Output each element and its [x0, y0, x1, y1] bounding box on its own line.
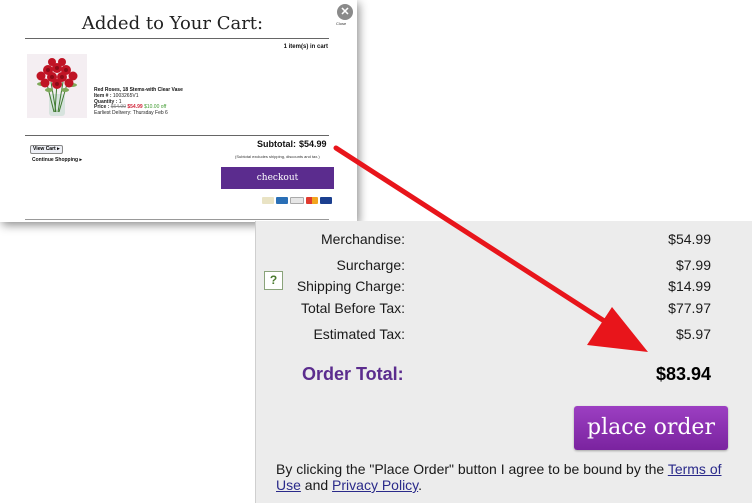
divider	[25, 219, 329, 220]
divider	[25, 135, 329, 136]
surcharge-label: Surcharge:	[336, 257, 405, 273]
subtotal-label: Subtotal:	[257, 139, 296, 149]
order-total-label: Order Total:	[302, 364, 404, 384]
estimated-tax-label: Estimated Tax:	[313, 326, 405, 342]
privacy-policy-link[interactable]: Privacy Policy	[332, 477, 418, 493]
shipping-charge-label: Shipping Charge:	[296, 278, 405, 294]
cart-title: Added to Your Cart:	[81, 13, 264, 34]
order-summary-panel: Merchandise: $54.99 Surcharge: $7.99 ? S…	[255, 221, 752, 503]
roses-image	[27, 54, 87, 118]
estimated-tax-value: $5.97	[675, 326, 711, 342]
visa-icon	[320, 197, 332, 204]
terms-and: and	[300, 477, 333, 493]
checkout-button[interactable]: checkout	[221, 167, 334, 189]
product-image[interactable]	[27, 54, 87, 118]
total-before-tax-value: $77.97	[668, 300, 711, 316]
cart-popup: Added to Your Cart: ✕ Close 1 item(s) in…	[0, 0, 357, 222]
discover-icon	[290, 197, 304, 204]
place-order-button[interactable]: place order	[574, 406, 728, 450]
terms-text: By clicking the "Place Order" button I a…	[276, 461, 736, 493]
subtotal-value: $54.99	[299, 139, 327, 149]
order-total-value: $83.94	[655, 364, 711, 384]
items-count: 1 item(s) in cart	[283, 44, 328, 50]
surcharge-value: $7.99	[675, 257, 711, 273]
divider	[25, 38, 329, 39]
merchandise-value: $54.99	[668, 231, 711, 247]
mastercard-icon	[306, 197, 318, 204]
payment-icons	[262, 197, 332, 204]
shipping-charge-value: $14.99	[668, 278, 711, 294]
terms-prefix: By clicking the "Place Order" button I a…	[276, 461, 668, 477]
help-icon[interactable]: ?	[264, 271, 283, 290]
subtotal-note: (Subtotal excludes shipping, discounts a…	[235, 154, 320, 159]
terms-suffix: .	[418, 477, 423, 493]
close-label: Close	[336, 21, 347, 26]
amex-icon	[276, 197, 288, 204]
view-cart-button[interactable]: View Cart ▸	[30, 145, 63, 154]
continue-shopping-link[interactable]: Continue Shopping ▸	[32, 157, 82, 163]
earliest-delivery: Earliest Delivery: Thursday Feb 6	[94, 110, 168, 116]
bill-me-later-icon	[262, 197, 274, 204]
total-before-tax-label: Total Before Tax:	[300, 300, 405, 316]
close-button[interactable]: ✕	[337, 4, 353, 20]
merchandise-label: Merchandise:	[320, 231, 405, 247]
